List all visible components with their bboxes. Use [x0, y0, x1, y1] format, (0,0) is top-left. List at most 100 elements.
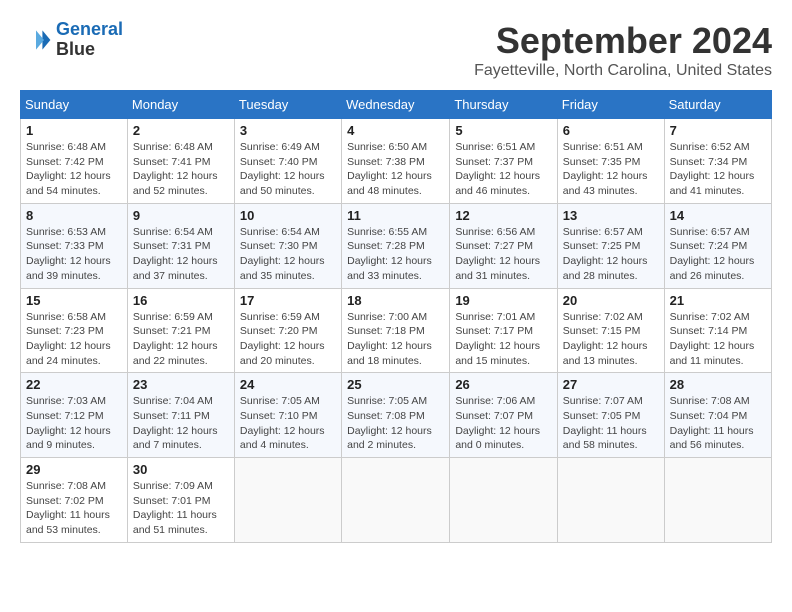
day-number: 17: [240, 293, 336, 308]
calendar-cell: 26 Sunrise: 7:06 AM Sunset: 7:07 PM Dayli…: [450, 373, 557, 458]
week-row-1: 1 Sunrise: 6:48 AM Sunset: 7:42 PM Daylig…: [21, 119, 772, 204]
calendar-cell: 24Sunrise: 7:05 AM Sunset: 7:10 PM Dayli…: [234, 373, 341, 458]
weekday-header-friday: Friday: [557, 91, 664, 119]
day-info: Sunrise: 6:57 AM Sunset: 7:25 PM Dayligh…: [563, 225, 659, 284]
day-number: 22: [26, 377, 122, 392]
calendar-cell: [450, 458, 557, 543]
calendar-cell: 1 Sunrise: 6:48 AM Sunset: 7:42 PM Daylig…: [21, 119, 128, 204]
day-number: 8: [26, 208, 122, 223]
weekday-header-monday: Monday: [127, 91, 234, 119]
calendar-cell: 22 Sunrise: 7:03 AM Sunset: 7:12 PM Dayli…: [21, 373, 128, 458]
day-number: 15: [26, 293, 122, 308]
day-number: 20: [563, 293, 659, 308]
week-row-2: 8 Sunrise: 6:53 AM Sunset: 7:33 PM Daylig…: [21, 203, 772, 288]
day-number: 10: [240, 208, 336, 223]
calendar-cell: 16 Sunrise: 6:59 AM Sunset: 7:21 PM Dayli…: [127, 288, 234, 373]
day-info: Sunrise: 7:02 AM Sunset: 7:15 PM Dayligh…: [563, 310, 659, 369]
calendar-title: September 2024: [474, 20, 772, 62]
day-info: Sunrise: 7:07 AM Sunset: 7:05 PM Dayligh…: [563, 394, 659, 453]
day-number: 13: [563, 208, 659, 223]
weekday-header-wednesday: Wednesday: [342, 91, 450, 119]
day-number: 1: [26, 123, 122, 138]
day-number: 30: [133, 462, 229, 477]
calendar-cell: [664, 458, 771, 543]
calendar-cell: 17Sunrise: 6:59 AM Sunset: 7:20 PM Dayli…: [234, 288, 341, 373]
day-number: 23: [133, 377, 229, 392]
day-number: 2: [133, 123, 229, 138]
calendar-cell: 7 Sunrise: 6:52 AM Sunset: 7:34 PM Daylig…: [664, 119, 771, 204]
calendar-cell: 29Sunrise: 7:08 AM Sunset: 7:02 PM Dayli…: [21, 458, 128, 543]
day-number: 3: [240, 123, 336, 138]
day-info: Sunrise: 6:57 AM Sunset: 7:24 PM Dayligh…: [670, 225, 766, 284]
calendar-table: SundayMondayTuesdayWednesdayThursdayFrid…: [20, 90, 772, 543]
day-number: 5: [455, 123, 551, 138]
week-row-5: 29Sunrise: 7:08 AM Sunset: 7:02 PM Dayli…: [21, 458, 772, 543]
day-info: Sunrise: 7:01 AM Sunset: 7:17 PM Dayligh…: [455, 310, 551, 369]
day-info: Sunrise: 6:48 AM Sunset: 7:42 PM Dayligh…: [26, 140, 122, 199]
day-info: Sunrise: 6:48 AM Sunset: 7:41 PM Dayligh…: [133, 140, 229, 199]
calendar-cell: 11Sunrise: 6:55 AM Sunset: 7:28 PM Dayli…: [342, 203, 450, 288]
logo-icon: [20, 24, 52, 56]
day-info: Sunrise: 6:53 AM Sunset: 7:33 PM Dayligh…: [26, 225, 122, 284]
day-number: 27: [563, 377, 659, 392]
day-number: 19: [455, 293, 551, 308]
day-number: 21: [670, 293, 766, 308]
day-number: 26: [455, 377, 551, 392]
day-info: Sunrise: 7:06 AM Sunset: 7:07 PM Dayligh…: [455, 394, 551, 453]
day-info: Sunrise: 6:52 AM Sunset: 7:34 PM Dayligh…: [670, 140, 766, 199]
day-info: Sunrise: 6:54 AM Sunset: 7:30 PM Dayligh…: [240, 225, 336, 284]
day-info: Sunrise: 7:02 AM Sunset: 7:14 PM Dayligh…: [670, 310, 766, 369]
day-number: 14: [670, 208, 766, 223]
weekday-header-sunday: Sunday: [21, 91, 128, 119]
day-info: Sunrise: 7:04 AM Sunset: 7:11 PM Dayligh…: [133, 394, 229, 453]
day-info: Sunrise: 6:59 AM Sunset: 7:21 PM Dayligh…: [133, 310, 229, 369]
calendar-cell: 20 Sunrise: 7:02 AM Sunset: 7:15 PM Dayli…: [557, 288, 664, 373]
title-area: September 2024 Fayetteville, North Carol…: [474, 20, 772, 80]
logo: General Blue: [20, 20, 123, 60]
calendar-subtitle: Fayetteville, North Carolina, United Sta…: [474, 62, 772, 80]
calendar-cell: 8 Sunrise: 6:53 AM Sunset: 7:33 PM Daylig…: [21, 203, 128, 288]
week-row-4: 22 Sunrise: 7:03 AM Sunset: 7:12 PM Dayli…: [21, 373, 772, 458]
page-header: General Blue September 2024 Fayetteville…: [20, 20, 772, 80]
day-number: 16: [133, 293, 229, 308]
calendar-cell: 4Sunrise: 6:50 AM Sunset: 7:38 PM Daylig…: [342, 119, 450, 204]
day-info: Sunrise: 6:51 AM Sunset: 7:37 PM Dayligh…: [455, 140, 551, 199]
day-info: Sunrise: 6:49 AM Sunset: 7:40 PM Dayligh…: [240, 140, 336, 199]
calendar-cell: 21 Sunrise: 7:02 AM Sunset: 7:14 PM Dayli…: [664, 288, 771, 373]
day-number: 28: [670, 377, 766, 392]
calendar-cell: [342, 458, 450, 543]
day-number: 12: [455, 208, 551, 223]
weekday-header-saturday: Saturday: [664, 91, 771, 119]
calendar-cell: 5 Sunrise: 6:51 AM Sunset: 7:37 PM Daylig…: [450, 119, 557, 204]
day-info: Sunrise: 7:05 AM Sunset: 7:08 PM Dayligh…: [347, 394, 444, 453]
day-info: Sunrise: 6:50 AM Sunset: 7:38 PM Dayligh…: [347, 140, 444, 199]
calendar-cell: 27 Sunrise: 7:07 AM Sunset: 7:05 PM Dayli…: [557, 373, 664, 458]
calendar-cell: 6 Sunrise: 6:51 AM Sunset: 7:35 PM Daylig…: [557, 119, 664, 204]
day-number: 9: [133, 208, 229, 223]
calendar-cell: 3 Sunrise: 6:49 AM Sunset: 7:40 PM Daylig…: [234, 119, 341, 204]
calendar-cell: 25Sunrise: 7:05 AM Sunset: 7:08 PM Dayli…: [342, 373, 450, 458]
calendar-cell: [234, 458, 341, 543]
day-info: Sunrise: 7:09 AM Sunset: 7:01 PM Dayligh…: [133, 479, 229, 538]
calendar-cell: 19 Sunrise: 7:01 AM Sunset: 7:17 PM Dayli…: [450, 288, 557, 373]
calendar-cell: 28 Sunrise: 7:08 AM Sunset: 7:04 PM Dayli…: [664, 373, 771, 458]
day-info: Sunrise: 6:54 AM Sunset: 7:31 PM Dayligh…: [133, 225, 229, 284]
calendar-cell: 18Sunrise: 7:00 AM Sunset: 7:18 PM Dayli…: [342, 288, 450, 373]
day-number: 18: [347, 293, 444, 308]
calendar-cell: 10 Sunrise: 6:54 AM Sunset: 7:30 PM Dayli…: [234, 203, 341, 288]
day-info: Sunrise: 6:58 AM Sunset: 7:23 PM Dayligh…: [26, 310, 122, 369]
day-number: 24: [240, 377, 336, 392]
day-info: Sunrise: 6:55 AM Sunset: 7:28 PM Dayligh…: [347, 225, 444, 284]
logo-text: General Blue: [56, 20, 123, 60]
day-info: Sunrise: 7:03 AM Sunset: 7:12 PM Dayligh…: [26, 394, 122, 453]
calendar-cell: 13 Sunrise: 6:57 AM Sunset: 7:25 PM Dayli…: [557, 203, 664, 288]
day-info: Sunrise: 6:56 AM Sunset: 7:27 PM Dayligh…: [455, 225, 551, 284]
day-info: Sunrise: 6:51 AM Sunset: 7:35 PM Dayligh…: [563, 140, 659, 199]
calendar-cell: 2 Sunrise: 6:48 AM Sunset: 7:41 PM Daylig…: [127, 119, 234, 204]
calendar-cell: [557, 458, 664, 543]
day-number: 7: [670, 123, 766, 138]
day-number: 6: [563, 123, 659, 138]
day-info: Sunrise: 7:08 AM Sunset: 7:04 PM Dayligh…: [670, 394, 766, 453]
calendar-cell: 15 Sunrise: 6:58 AM Sunset: 7:23 PM Dayli…: [21, 288, 128, 373]
calendar-cell: 23 Sunrise: 7:04 AM Sunset: 7:11 PM Dayli…: [127, 373, 234, 458]
